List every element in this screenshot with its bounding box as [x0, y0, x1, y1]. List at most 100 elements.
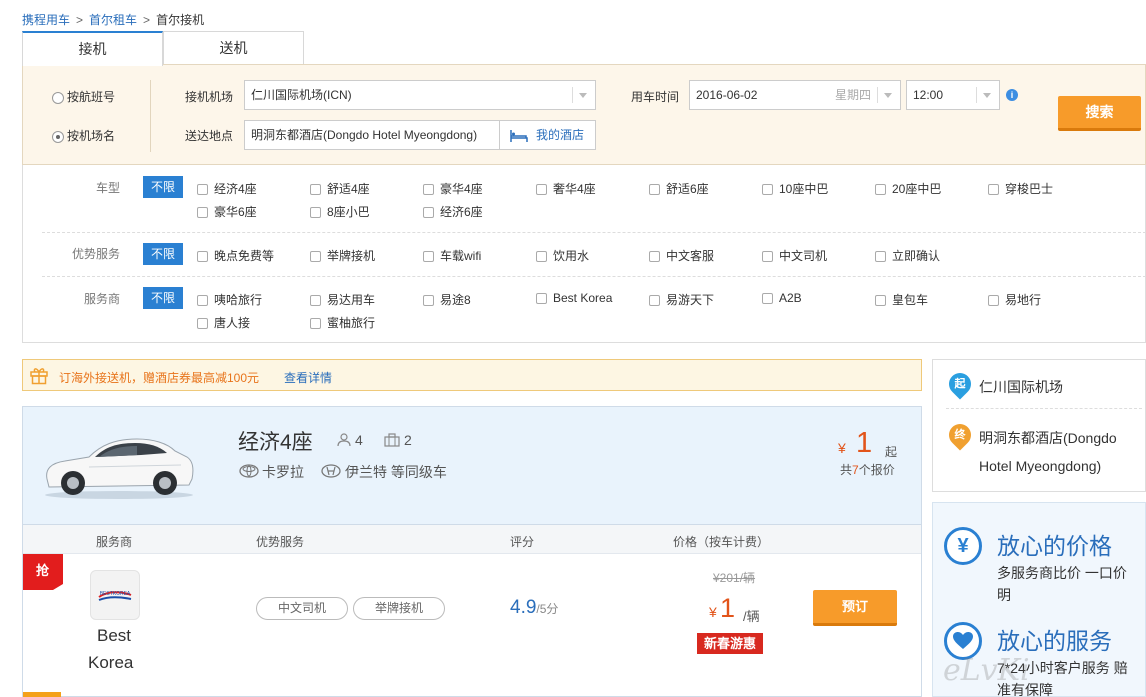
- checkbox[interactable]: [310, 184, 321, 196]
- date-value: 2016-06-02: [696, 88, 758, 102]
- promo-tag: 新春游惠: [697, 633, 763, 654]
- radio-button[interactable]: [52, 130, 64, 143]
- car-model-2: 伊兰特 等同级车: [345, 464, 447, 480]
- column-service: 优势服务: [256, 535, 305, 549]
- checkbox[interactable]: [536, 184, 547, 196]
- filter-option[interactable]: 车载wifi: [423, 247, 481, 264]
- filter-option[interactable]: 蜜柚旅行: [310, 314, 375, 331]
- checkbox[interactable]: [423, 184, 434, 196]
- divider: [877, 87, 878, 103]
- filter-option[interactable]: 举牌接机: [310, 247, 375, 264]
- filter-option[interactable]: A2B: [762, 291, 802, 305]
- checkbox[interactable]: [423, 251, 434, 263]
- time-label: 用车时间: [631, 90, 680, 104]
- breadcrumb-separator: >: [143, 13, 151, 27]
- tab-pickup[interactable]: 接机: [22, 31, 163, 66]
- filter-label-service: 优势服务: [71, 247, 120, 261]
- checkbox[interactable]: [649, 295, 660, 307]
- checkbox[interactable]: [310, 251, 321, 263]
- filter-option[interactable]: 中文司机: [762, 247, 827, 264]
- bed-icon: [510, 129, 528, 142]
- checkbox[interactable]: [197, 207, 208, 219]
- filter-option[interactable]: 舒适6座: [649, 180, 709, 197]
- filter-option[interactable]: 立即确认: [875, 247, 940, 264]
- filter-option[interactable]: 10座中巴: [762, 180, 828, 197]
- radio-by-airport[interactable]: 按机场名: [52, 127, 115, 144]
- option-label: 中文司机: [779, 249, 828, 263]
- checkbox[interactable]: [423, 295, 434, 307]
- breadcrumb-link-ctrip-car[interactable]: 携程用车: [22, 13, 70, 27]
- checkbox[interactable]: [988, 184, 999, 196]
- filter-option[interactable]: 易游天下: [649, 291, 714, 308]
- filter-option[interactable]: 经济4座: [197, 180, 257, 197]
- filter-option[interactable]: 穿梭巴士: [988, 180, 1053, 197]
- service-all-button[interactable]: 不限: [143, 243, 183, 265]
- filter-option[interactable]: 经济6座: [423, 203, 483, 220]
- radio-button[interactable]: [52, 91, 64, 104]
- checkbox[interactable]: [875, 251, 886, 263]
- checkbox[interactable]: [649, 251, 660, 263]
- time-select[interactable]: 12:00: [906, 80, 1000, 110]
- filter-option[interactable]: 豪华4座: [423, 180, 483, 197]
- filter-option[interactable]: 易达用车: [310, 291, 375, 308]
- filter-option[interactable]: 8座小巴: [310, 203, 370, 220]
- option-label: 举牌接机: [327, 249, 376, 263]
- destination-input[interactable]: 明洞东都酒店(Dongdo Hotel Myeongdong): [244, 120, 500, 150]
- weekday-text: 星期四: [835, 88, 872, 102]
- checkbox[interactable]: [649, 184, 660, 196]
- filter-option[interactable]: 唐人接: [197, 314, 250, 331]
- checkbox[interactable]: [762, 293, 773, 305]
- price-currency: ¥: [838, 440, 846, 456]
- filter-option[interactable]: 皇包车: [875, 291, 928, 308]
- checkbox[interactable]: [197, 318, 208, 330]
- breadcrumb-link-seoul-rental[interactable]: 首尔租车: [89, 13, 137, 27]
- filter-option[interactable]: 舒适4座: [310, 180, 370, 197]
- search-button[interactable]: 搜索: [1058, 96, 1141, 131]
- book-button[interactable]: 预订: [813, 590, 897, 626]
- my-hotel-button[interactable]: 我的酒店: [499, 120, 596, 150]
- provider-logo[interactable]: BESTKOREA: [90, 570, 140, 620]
- filter-option[interactable]: 中文客服: [649, 247, 714, 264]
- checkbox[interactable]: [197, 251, 208, 263]
- date-picker[interactable]: 2016-06-02 星期四: [689, 80, 901, 110]
- filter-option[interactable]: 咦哈旅行: [197, 291, 262, 308]
- radio-by-flight[interactable]: 按航班号: [52, 88, 115, 105]
- filter-option[interactable]: Best Korea: [536, 291, 612, 305]
- checkbox[interactable]: [197, 184, 208, 196]
- filter-option[interactable]: 晚点免费等: [197, 247, 274, 264]
- filter-option[interactable]: 20座中巴: [875, 180, 941, 197]
- checkbox[interactable]: [875, 184, 886, 196]
- passenger-count: 4: [355, 432, 363, 448]
- checkbox[interactable]: [762, 184, 773, 196]
- route-end-line2: Hotel Myeongdong): [979, 458, 1102, 474]
- rating-suffix: /5分: [536, 602, 559, 616]
- checkbox[interactable]: [197, 295, 208, 307]
- checkbox[interactable]: [875, 295, 886, 307]
- filter-option[interactable]: 易途8: [423, 291, 471, 308]
- promo-details-link[interactable]: 查看详情: [284, 369, 332, 386]
- checkbox[interactable]: [988, 295, 999, 307]
- radio-label: 按机场名: [67, 129, 116, 143]
- checkbox[interactable]: [310, 207, 321, 219]
- destination-label: 送达地点: [185, 129, 234, 143]
- airport-select[interactable]: 仁川国际机场(ICN): [244, 80, 596, 110]
- luggage-count: 2: [404, 432, 412, 448]
- filter-option[interactable]: 豪华6座: [197, 203, 257, 220]
- checkbox[interactable]: [536, 251, 547, 263]
- checkbox[interactable]: [310, 318, 321, 330]
- checkbox[interactable]: [423, 207, 434, 219]
- checkbox[interactable]: [762, 251, 773, 263]
- car-model-1: 卡罗拉: [262, 464, 304, 480]
- car-type-all-button[interactable]: 不限: [143, 176, 183, 198]
- divider: [42, 232, 1146, 233]
- airport-label: 接机机场: [185, 90, 234, 104]
- airport-value: 仁川国际机场(ICN): [251, 88, 352, 102]
- filter-option[interactable]: 奢华4座: [536, 180, 596, 197]
- provider-all-button[interactable]: 不限: [143, 287, 183, 309]
- filter-option[interactable]: 易地行: [988, 291, 1041, 308]
- filter-option[interactable]: 饮用水: [536, 247, 589, 264]
- tab-dropoff[interactable]: 送机: [163, 31, 304, 65]
- checkbox[interactable]: [310, 295, 321, 307]
- info-icon[interactable]: i: [1006, 89, 1018, 101]
- checkbox[interactable]: [536, 293, 547, 305]
